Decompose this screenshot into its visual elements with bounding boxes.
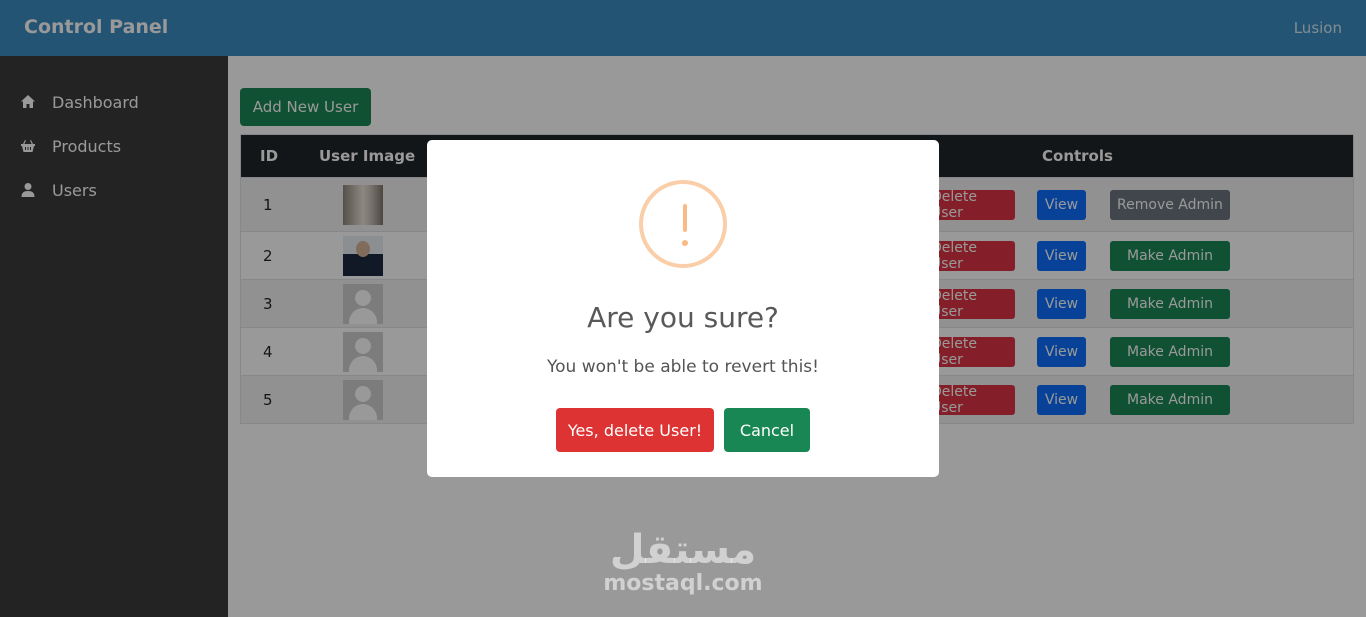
dialog-title: Are you sure?	[587, 301, 779, 334]
dialog-message: You won't be able to revert this!	[547, 357, 819, 377]
watermark-logo: مستقل mostaql.com	[593, 528, 773, 596]
confirm-dialog: Are you sure? You won't be able to rever…	[427, 140, 939, 477]
confirm-delete-button[interactable]: Yes, delete User!	[556, 408, 714, 452]
watermark-latin: mostaql.com	[603, 571, 763, 596]
watermark-arabic: مستقل	[609, 527, 757, 573]
cancel-button[interactable]: Cancel	[724, 408, 810, 452]
warning-icon	[639, 180, 727, 268]
